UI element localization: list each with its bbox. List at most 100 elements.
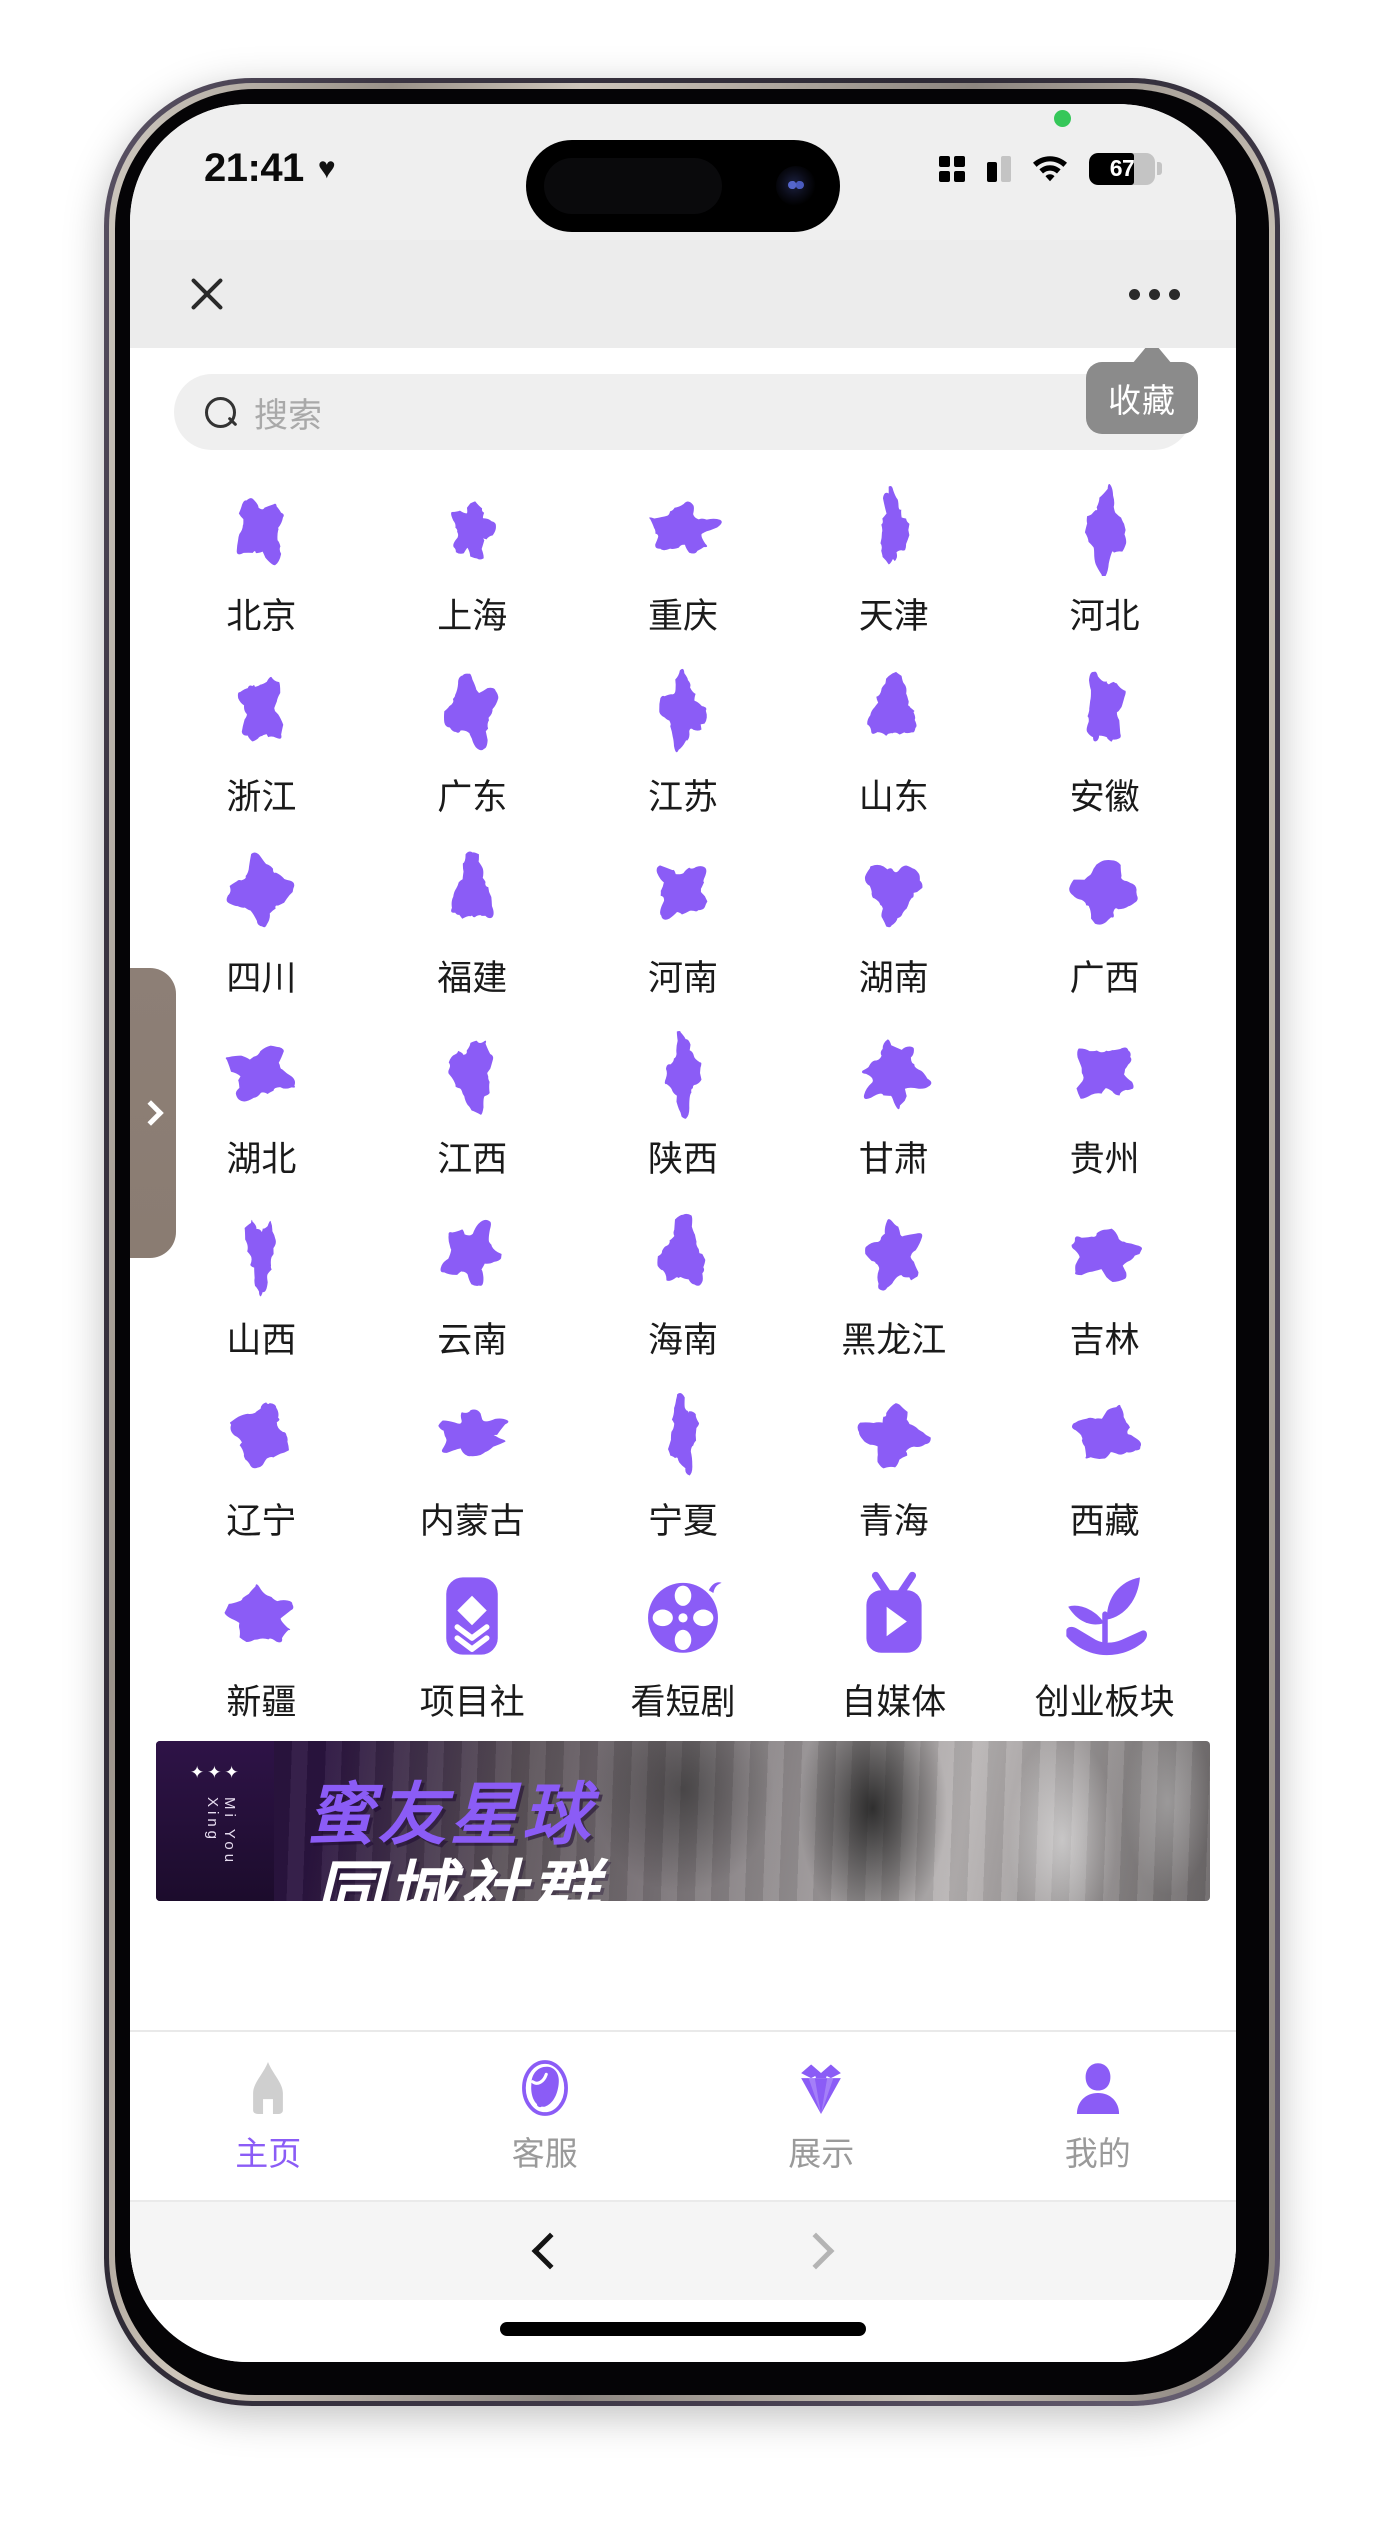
sparkles-icon: ✦✦✦ xyxy=(190,1763,242,1782)
grid-item-福建[interactable]: 福建 xyxy=(367,832,578,1007)
grid-item-label: 贵州 xyxy=(1069,1140,1140,1179)
grid-item-上海[interactable]: 上海 xyxy=(367,470,578,645)
grid-item-新疆[interactable]: 新疆 xyxy=(156,1556,367,1731)
home-indicator[interactable] xyxy=(500,2322,866,2336)
map-xizang-icon xyxy=(1059,1389,1151,1481)
grid-item-广东[interactable]: 广东 xyxy=(367,651,578,826)
grid-item-四川[interactable]: 四川 xyxy=(156,832,367,1007)
grid-item-label: 吉林 xyxy=(1069,1321,1140,1360)
battery-percent-label: 67 xyxy=(1109,155,1135,181)
grid-item-湖南[interactable]: 湖南 xyxy=(788,832,999,1007)
grid-item-内蒙古[interactable]: 内蒙古 xyxy=(367,1375,578,1550)
more-options-icon[interactable] xyxy=(1129,288,1180,300)
grid-item-辽宁[interactable]: 辽宁 xyxy=(156,1375,367,1550)
grid-item-label: 自媒体 xyxy=(841,1683,947,1722)
map-hubei-icon xyxy=(215,1027,307,1119)
grid-item-甘肃[interactable]: 甘肃 xyxy=(788,1013,999,1188)
signal-bars-icon xyxy=(987,155,1011,182)
grid-item-label: 青海 xyxy=(858,1502,929,1541)
cellular-signal-icon xyxy=(939,155,965,182)
phone-screen: 21:41 ♥ 67 搜索 收藏 北京 上海 重庆 天津 河北 浙江 广东 江苏… xyxy=(130,104,1236,2362)
grid-item-青海[interactable]: 青海 xyxy=(788,1375,999,1550)
grid-item-label: 河南 xyxy=(647,959,718,998)
grid-item-江苏[interactable]: 江苏 xyxy=(578,651,789,826)
map-yunnan-icon xyxy=(426,1208,518,1300)
grid-item-label: 福建 xyxy=(437,959,508,998)
grid-item-创业板块[interactable]: 创业板块 xyxy=(999,1556,1210,1731)
favorites-tooltip-label: 收藏 xyxy=(1108,382,1176,419)
grid-item-安徽[interactable]: 安徽 xyxy=(999,651,1210,826)
grid-item-河南[interactable]: 河南 xyxy=(578,832,789,1007)
grid-item-label: 甘肃 xyxy=(858,1140,929,1179)
side-drawer-handle[interactable] xyxy=(130,968,176,1258)
map-fujian-icon xyxy=(426,846,518,938)
grid-item-label: 上海 xyxy=(437,597,508,636)
grid-item-label: 四川 xyxy=(226,959,297,998)
grid-item-西藏[interactable]: 西藏 xyxy=(999,1375,1210,1550)
grid-item-吉林[interactable]: 吉林 xyxy=(999,1194,1210,1369)
grid-item-重庆[interactable]: 重庆 xyxy=(578,470,789,645)
map-heilongjiang-icon xyxy=(848,1208,940,1300)
grid-item-自媒体[interactable]: 自媒体 xyxy=(788,1556,999,1731)
grid-item-label: 宁夏 xyxy=(647,1502,718,1541)
grid-item-项目社[interactable]: 项目社 xyxy=(367,1556,578,1731)
map-jiangsu-icon xyxy=(637,665,729,757)
grid-item-label: 项目社 xyxy=(419,1683,525,1722)
grid-item-山东[interactable]: 山东 xyxy=(788,651,999,826)
wifi-icon xyxy=(1029,150,1071,187)
map-anhui-icon xyxy=(1059,665,1151,757)
map-sichuan-icon xyxy=(215,846,307,938)
grid-item-label: 海南 xyxy=(647,1321,718,1360)
map-shanghai-icon xyxy=(426,484,518,576)
grid-item-宁夏[interactable]: 宁夏 xyxy=(578,1375,789,1550)
grid-item-江西[interactable]: 江西 xyxy=(367,1013,578,1188)
grid-item-海南[interactable]: 海南 xyxy=(578,1194,789,1369)
chevron-right-icon[interactable] xyxy=(797,2232,835,2270)
map-henan-icon xyxy=(637,846,729,938)
grid-item-北京[interactable]: 北京 xyxy=(156,470,367,645)
map-shaanxi-icon xyxy=(637,1027,729,1119)
tab-展示[interactable]: 展示 xyxy=(683,2057,960,2175)
favorites-tooltip[interactable]: 收藏 xyxy=(1086,340,1198,434)
map-shandong-icon xyxy=(848,665,940,757)
grid-item-湖北[interactable]: 湖北 xyxy=(156,1013,367,1188)
grid-item-广西[interactable]: 广西 xyxy=(999,832,1210,1007)
map-guangdong-icon xyxy=(426,665,518,757)
person-icon xyxy=(1067,2057,1129,2119)
status-bar-left: 21:41 ♥ xyxy=(204,146,336,191)
grid-item-天津[interactable]: 天津 xyxy=(788,470,999,645)
grid-item-黑龙江[interactable]: 黑龙江 xyxy=(788,1194,999,1369)
map-guangxi-icon xyxy=(1059,846,1151,938)
grid-item-label: 内蒙古 xyxy=(419,1502,525,1541)
close-icon[interactable] xyxy=(186,273,228,315)
layers-icon-icon xyxy=(426,1570,518,1662)
grid-item-云南[interactable]: 云南 xyxy=(367,1194,578,1369)
grid-item-河北[interactable]: 河北 xyxy=(999,470,1210,645)
tab-客服[interactable]: 客服 xyxy=(407,2057,684,2175)
grid-item-label: 西藏 xyxy=(1069,1502,1140,1541)
chevron-right-icon xyxy=(138,1100,164,1126)
film-reel-icon-icon xyxy=(637,1570,729,1662)
grid-item-label: 天津 xyxy=(858,597,929,636)
island-pill xyxy=(544,158,722,214)
grid-item-label: 湖南 xyxy=(858,959,929,998)
map-guizhou-icon xyxy=(1059,1027,1151,1119)
promo-banner[interactable]: ✦✦✦ Mi You Xing 蜜友星球 同城社群 xyxy=(156,1741,1210,1901)
phone-device-frame: 21:41 ♥ 67 搜索 收藏 北京 上海 重庆 天津 河北 浙江 广东 江苏… xyxy=(104,78,1280,2406)
grid-item-看短剧[interactable]: 看短剧 xyxy=(578,1556,789,1731)
green-recording-dot-icon xyxy=(1054,110,1071,127)
tab-我的[interactable]: 我的 xyxy=(960,2057,1237,2175)
chevron-left-icon[interactable] xyxy=(531,2232,569,2270)
grid-item-label: 新疆 xyxy=(226,1683,297,1722)
map-jilin-icon xyxy=(1059,1208,1151,1300)
grid-item-label: 浙江 xyxy=(226,778,297,817)
search-input[interactable]: 搜索 xyxy=(174,374,1192,450)
tab-主页[interactable]: 主页 xyxy=(130,2057,407,2175)
grid-item-陕西[interactable]: 陕西 xyxy=(578,1013,789,1188)
grid-item-山西[interactable]: 山西 xyxy=(156,1194,367,1369)
grid-item-label: 辽宁 xyxy=(226,1502,297,1541)
front-camera-icon xyxy=(776,166,816,206)
grid-item-浙江[interactable]: 浙江 xyxy=(156,651,367,826)
map-hebei-icon xyxy=(1059,484,1151,576)
grid-item-贵州[interactable]: 贵州 xyxy=(999,1013,1210,1188)
